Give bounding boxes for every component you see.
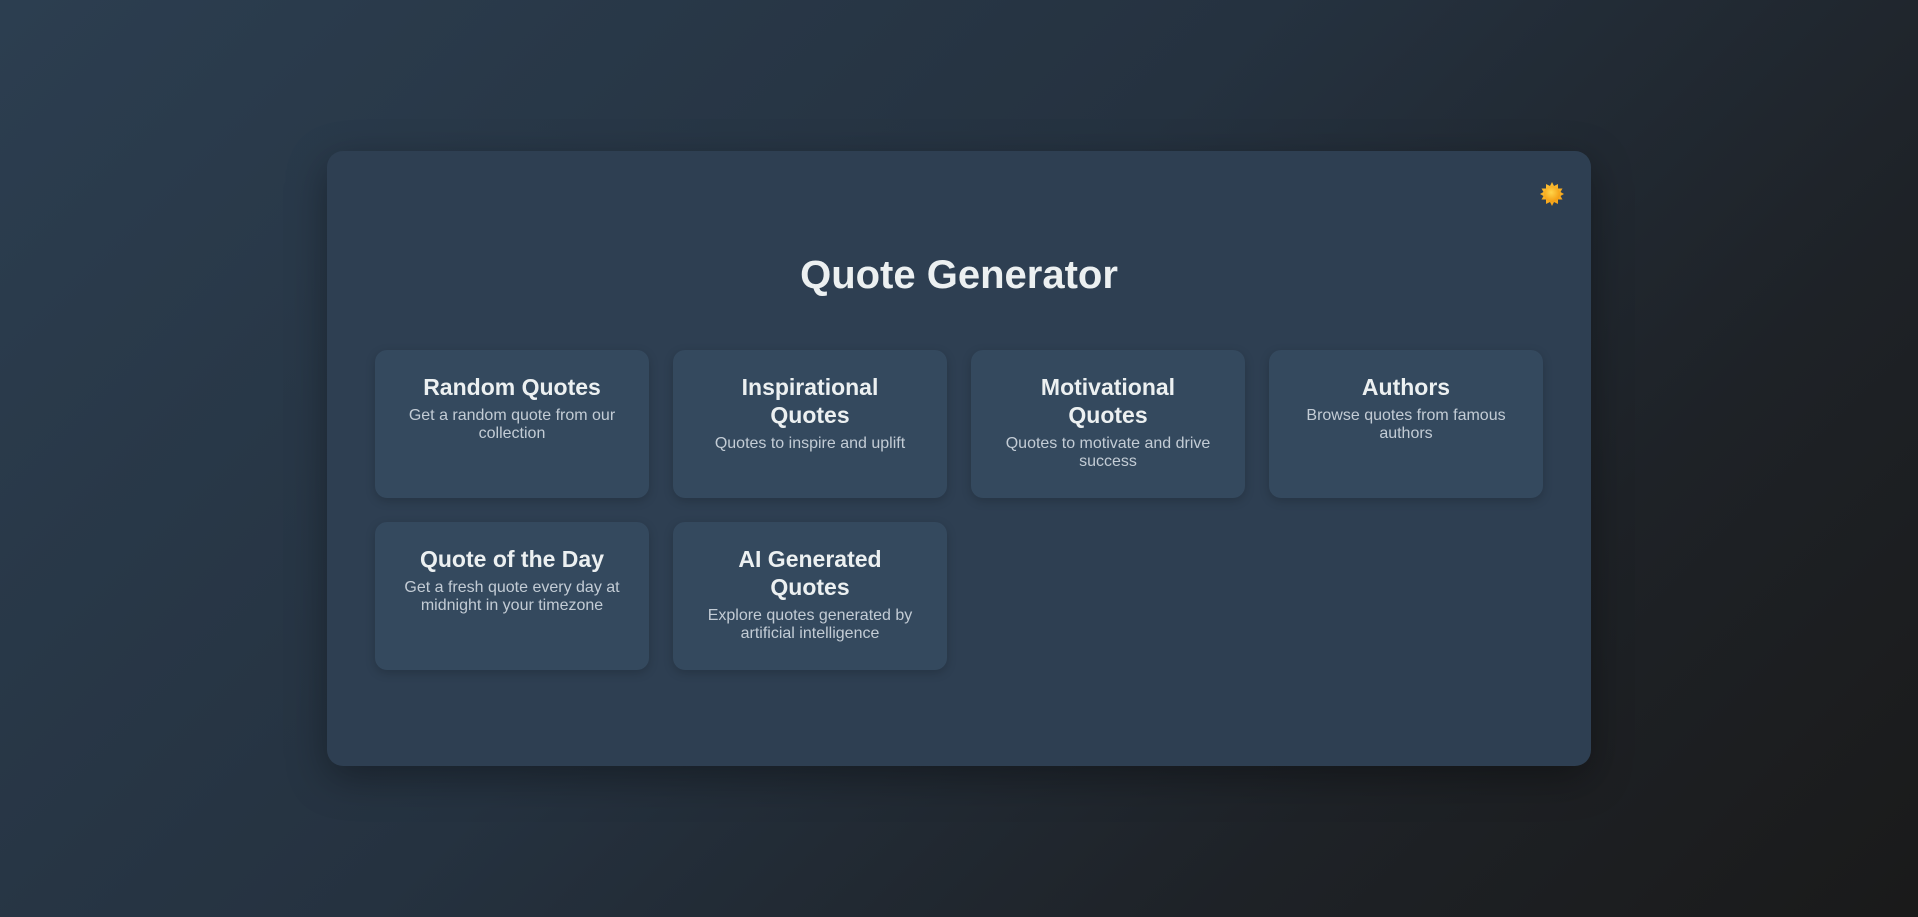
card-ai-generated-quotes[interactable]: AI Generated Quotes Explore quotes gener… bbox=[673, 522, 947, 670]
card-title: Motivational Quotes bbox=[1040, 374, 1176, 428]
theme-toggle-button[interactable] bbox=[1537, 179, 1567, 209]
card-motivational-quotes[interactable]: Motivational Quotes Quotes to motivate a… bbox=[971, 350, 1245, 498]
card-description: Explore quotes generated by artificial i… bbox=[707, 607, 913, 642]
main-panel: Quote Generator Random Quotes Get a rand… bbox=[327, 151, 1591, 766]
card-title: Authors bbox=[1361, 374, 1451, 400]
card-description: Browse quotes from famous authors bbox=[1306, 407, 1506, 442]
card-description: Get a fresh quote every day at midnight … bbox=[404, 579, 620, 614]
category-grid: Random Quotes Get a random quote from ou… bbox=[375, 350, 1543, 670]
card-title: Random Quotes bbox=[423, 374, 601, 400]
card-inspirational-quotes[interactable]: Inspirational Quotes Quotes to inspire a… bbox=[673, 350, 947, 498]
card-description: Quotes to motivate and drive success bbox=[1005, 435, 1211, 470]
card-title: AI Generated Quotes bbox=[738, 546, 882, 600]
card-authors[interactable]: Authors Browse quotes from famous author… bbox=[1269, 350, 1543, 498]
card-quote-of-the-day[interactable]: Quote of the Day Get a fresh quote every… bbox=[375, 522, 649, 670]
card-random-quotes[interactable]: Random Quotes Get a random quote from ou… bbox=[375, 350, 649, 498]
card-title: Quote of the Day bbox=[419, 546, 604, 572]
card-title: Inspirational Quotes bbox=[741, 374, 879, 428]
card-description: Quotes to inspire and uplift bbox=[714, 435, 906, 452]
page-title: Quote Generator bbox=[800, 253, 1118, 297]
sun-icon bbox=[1539, 181, 1565, 207]
card-description: Get a random quote from our collection bbox=[408, 407, 616, 442]
